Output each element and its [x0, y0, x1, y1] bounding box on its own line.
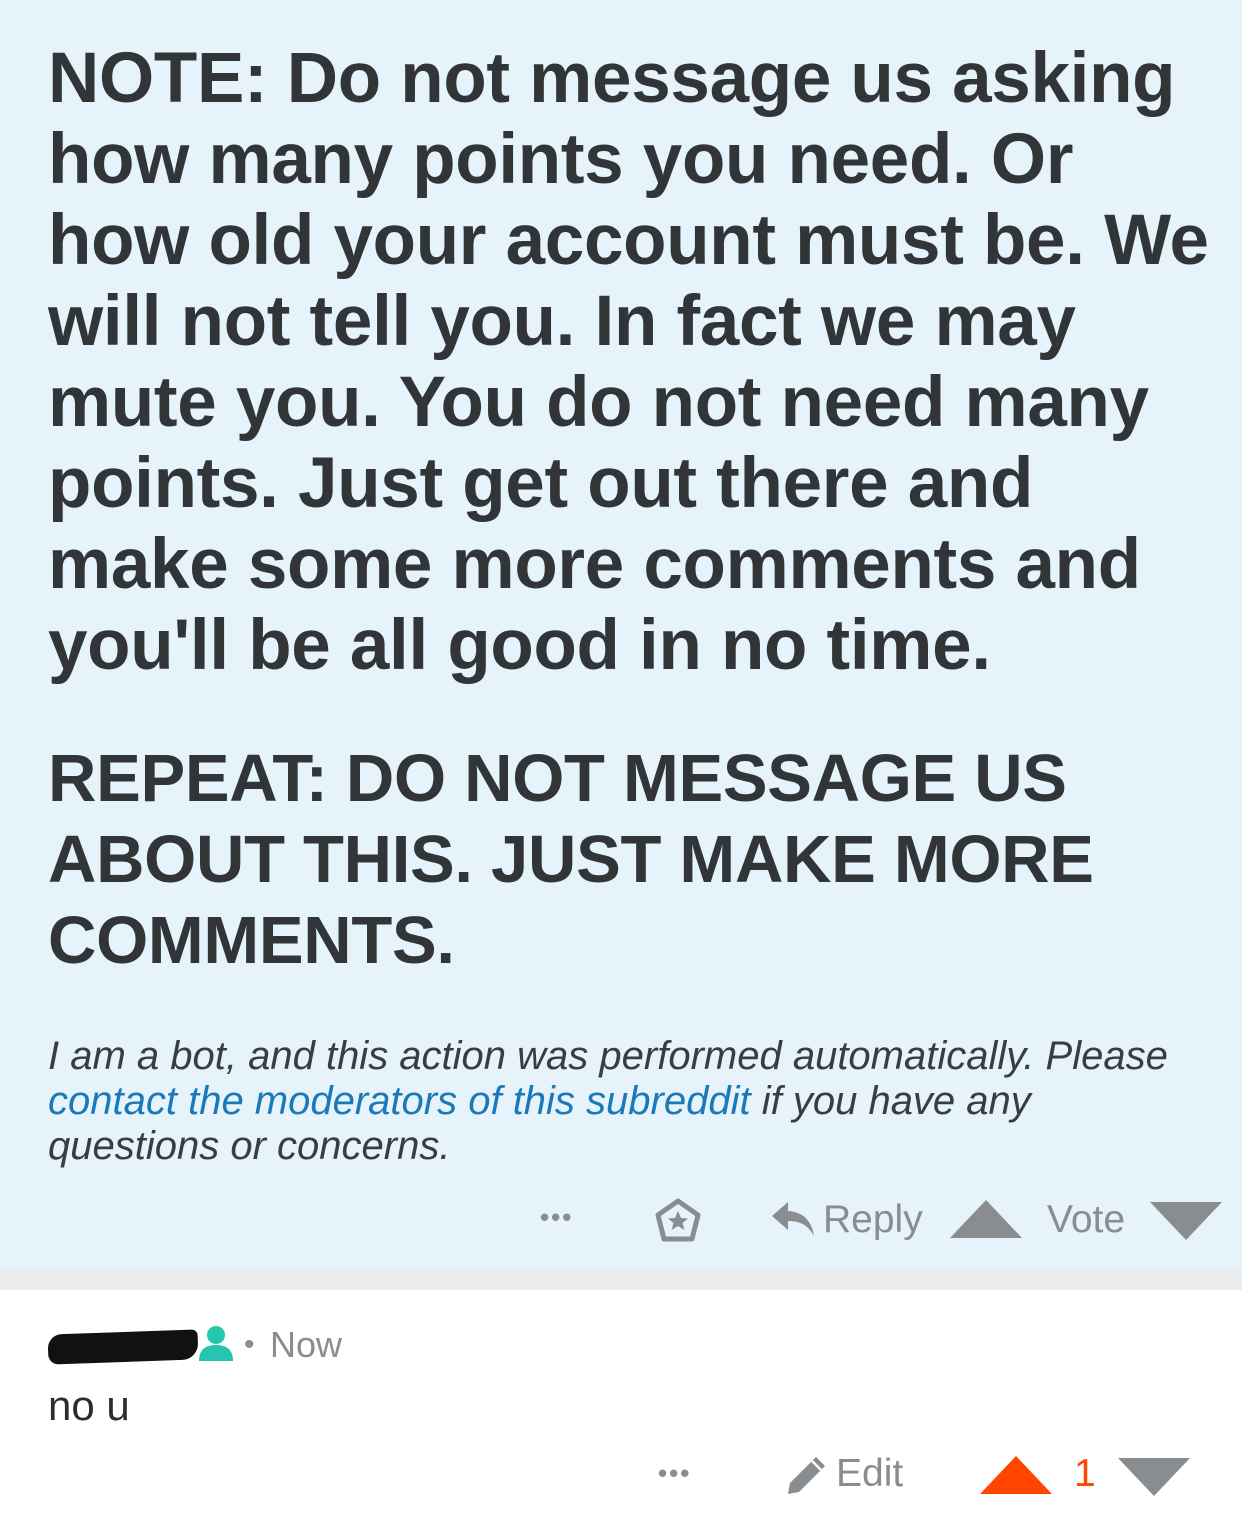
edit-pencil-icon[interactable] — [786, 1454, 828, 1501]
repeat-paragraph: REPEAT: DO NOT MESSAGE US ABOUT THIS. JU… — [48, 741, 1094, 978]
score-count: 1 — [1074, 1452, 1096, 1495]
redacted-username — [47, 1329, 199, 1365]
reply-button[interactable]: Reply — [823, 1198, 923, 1242]
vote-label: Vote — [1047, 1198, 1126, 1241]
bot-comment-actions: ••• Reply Vote — [0, 1190, 1242, 1250]
user-icon — [198, 1324, 234, 1367]
user-comment-actions: ••• Edit 1 — [0, 1446, 1242, 1506]
comment-meta: • Now — [47, 1318, 648, 1368]
meta-separator: • — [244, 1328, 255, 1361]
user-comment: • Now no u ••• Edit 1 — [0, 1290, 1242, 1526]
comment-body: no u — [48, 1382, 130, 1429]
comment-timestamp: Now — [270, 1324, 343, 1365]
bot-disclaimer: I am a bot, and this action was performe… — [48, 1034, 1178, 1169]
downvote-icon[interactable] — [1148, 1200, 1224, 1247]
downvote-icon[interactable] — [1116, 1456, 1192, 1503]
bot-disclaimer-text: I am a bot, and this action was performe… — [48, 1034, 1168, 1078]
upvote-icon[interactable] — [978, 1454, 1054, 1501]
contact-moderators-link[interactable]: contact the moderators of this subreddit — [48, 1079, 751, 1123]
more-options-button[interactable]: ••• — [540, 1202, 573, 1233]
bot-comment: NOTE: Do not message us asking how many … — [0, 0, 1242, 1268]
edit-button[interactable]: Edit — [836, 1452, 903, 1496]
gild-icon[interactable] — [654, 1198, 702, 1249]
reply-icon[interactable] — [770, 1198, 816, 1245]
upvote-icon[interactable] — [948, 1198, 1024, 1245]
more-options-button[interactable]: ••• — [658, 1458, 691, 1489]
note-paragraph: NOTE: Do not message us asking how many … — [48, 39, 1209, 685]
comment-divider — [0, 1268, 1242, 1290]
